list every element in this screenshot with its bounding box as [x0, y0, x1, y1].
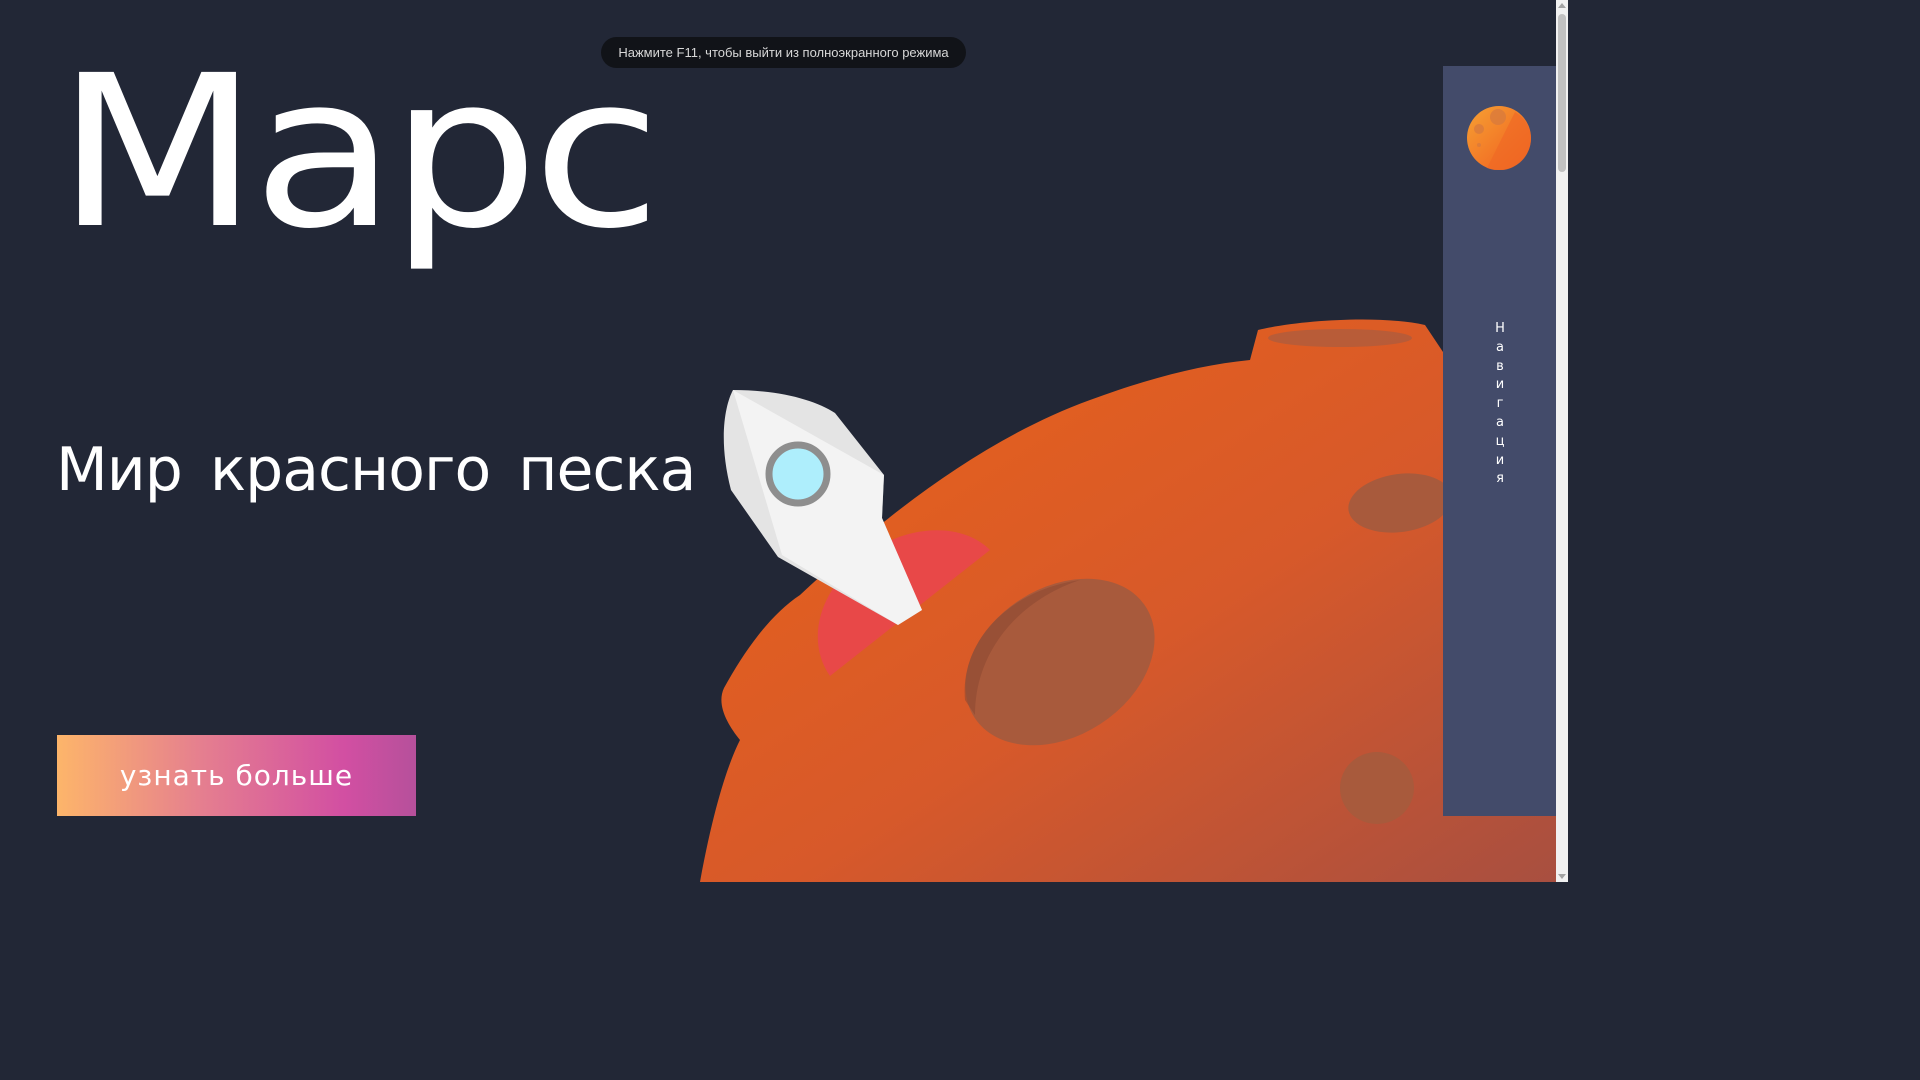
crater-rim — [1268, 329, 1412, 347]
page-scrollbar[interactable] — [1556, 0, 1568, 882]
nav-letter: и — [1495, 452, 1505, 468]
nav-letter: в — [1496, 358, 1504, 374]
navigation-label[interactable]: Н а в и г а ц и я — [1493, 320, 1507, 489]
page-title: Марс — [56, 30, 662, 275]
nav-letter: и — [1495, 377, 1505, 393]
scroll-up-arrow-icon[interactable] — [1558, 3, 1566, 8]
side-navigation[interactable]: Н а в и г а ц и я — [1443, 66, 1556, 816]
nav-letter: ц — [1495, 433, 1505, 449]
scrollbar-thumb[interactable] — [1558, 14, 1566, 172]
fullscreen-notice: Нажмите F11, чтобы выйти из полноэкранно… — [601, 37, 966, 68]
page: Марс Мир красного песка узнать больше На… — [0, 0, 1556, 882]
scroll-down-arrow-icon[interactable] — [1558, 874, 1566, 879]
nav-letter: а — [1496, 414, 1504, 430]
nav-letter: а — [1496, 339, 1504, 355]
mars-planet-icon[interactable] — [1467, 106, 1531, 170]
nav-letter: Н — [1495, 321, 1505, 336]
rocket-window — [765, 441, 831, 507]
nav-letter: г — [1496, 396, 1504, 412]
learn-more-button[interactable]: узнать больше — [57, 735, 416, 816]
nav-letter: я — [1496, 471, 1504, 487]
page-subtitle: Мир красного песка — [56, 435, 696, 505]
crater-small — [1340, 752, 1414, 824]
